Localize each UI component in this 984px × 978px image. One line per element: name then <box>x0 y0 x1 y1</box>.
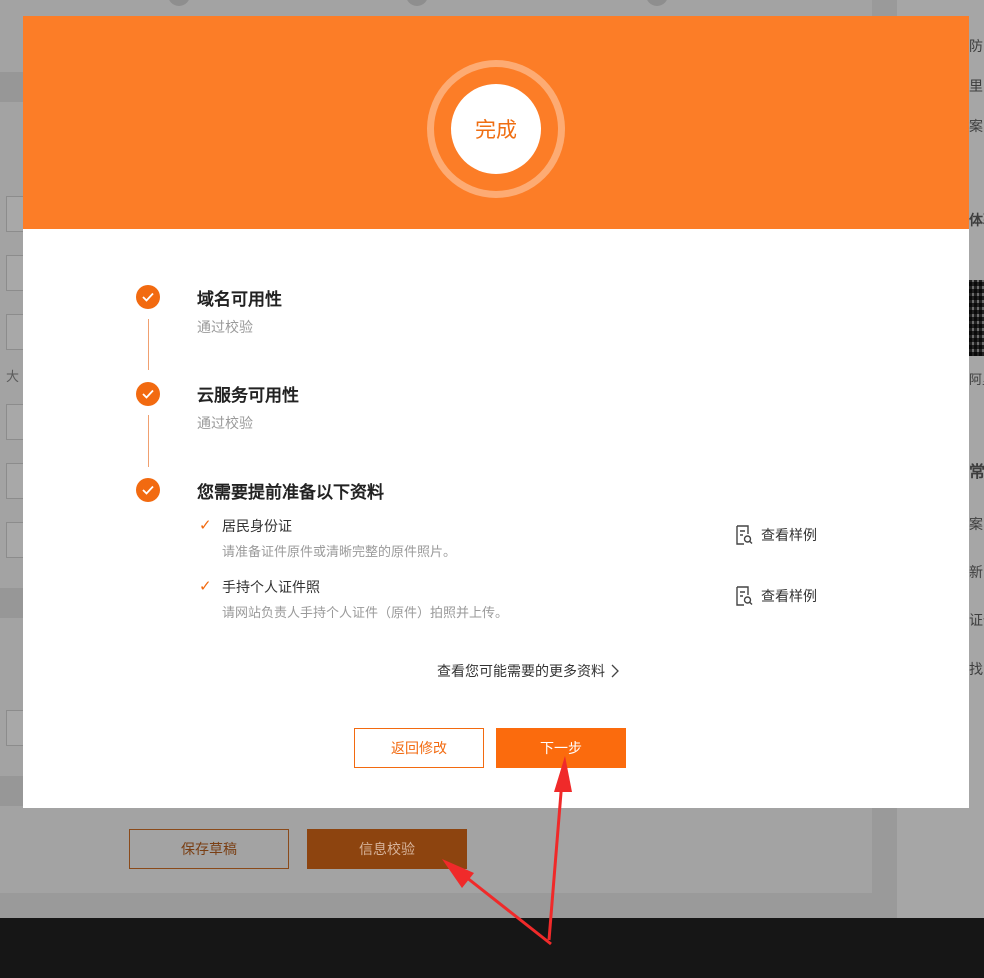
right-panel-link[interactable]: 案 <box>969 514 983 534</box>
right-panel-text: 防 <box>969 39 983 55</box>
right-panel-link[interactable]: 找 <box>969 659 983 679</box>
view-sample-label: 查看样例 <box>761 589 817 605</box>
more-materials-label: 查看您可能需要的更多资料 <box>437 664 605 680</box>
qr-code <box>969 280 984 356</box>
save-draft-button[interactable]: 保存草稿 <box>129 829 289 869</box>
requirement-title: 居民身份证 <box>222 519 292 535</box>
view-sample-label: 查看样例 <box>761 528 817 544</box>
right-panel-link[interactable]: 证件 <box>969 610 984 630</box>
right-panel-text: 阿里 <box>969 373 984 388</box>
checkmark-icon: ✓ <box>199 516 212 534</box>
status-complete-badge: 完成 <box>451 84 541 174</box>
view-sample-link[interactable]: 查看样例 <box>735 525 817 545</box>
check-circle-icon <box>136 382 160 406</box>
form-section-band <box>0 72 24 102</box>
requirement-description: 请网站负责人手持个人证件（原件）拍照并上传。 <box>222 606 509 621</box>
form-section-band <box>0 776 24 806</box>
back-edit-button[interactable]: 返回修改 <box>354 728 484 768</box>
dialog-header: 完成 <box>23 16 969 229</box>
form-field-hint: 大 <box>6 370 20 385</box>
chevron-right-icon <box>611 664 619 678</box>
step-title: 域名可用性 <box>197 290 282 310</box>
step-subtitle: 通过校验 <box>197 320 253 336</box>
document-search-icon <box>736 586 753 606</box>
right-panel-text: 里 <box>969 79 983 95</box>
step-title: 您需要提前准备以下资料 <box>197 483 384 503</box>
more-materials-link[interactable]: 查看您可能需要的更多资料 <box>437 661 619 681</box>
requirement-description: 请准备证件原件或清晰完整的原件照片。 <box>222 545 457 560</box>
document-search-icon <box>736 525 753 545</box>
next-step-button[interactable]: 下一步 <box>496 728 626 768</box>
step-title: 云服务可用性 <box>197 386 299 406</box>
check-circle-icon <box>136 478 160 502</box>
requirement-title: 手持个人证件照 <box>222 580 320 596</box>
step-connector <box>148 319 149 370</box>
verification-complete-dialog: 完成 域名可用性 通过校验 云服务可用性 通过校验 您需要提前准备以下资料 ✓ … <box>23 16 969 808</box>
info-verify-button[interactable]: 信息校验 <box>307 829 467 869</box>
check-circle-icon <box>136 285 160 309</box>
step-connector <box>148 415 149 467</box>
right-panel-heading: 体验 <box>969 213 984 229</box>
checkmark-icon: ✓ <box>199 577 212 595</box>
right-panel-text: 案 <box>969 119 983 135</box>
right-panel-heading: 常见 <box>969 462 984 481</box>
page-footer <box>0 918 984 978</box>
form-section-band <box>0 588 24 618</box>
view-sample-link[interactable]: 查看样例 <box>735 586 817 606</box>
right-panel-link[interactable]: 新的 <box>969 562 984 582</box>
status-text: 完成 <box>475 118 517 142</box>
step-subtitle: 通过校验 <box>197 416 253 432</box>
